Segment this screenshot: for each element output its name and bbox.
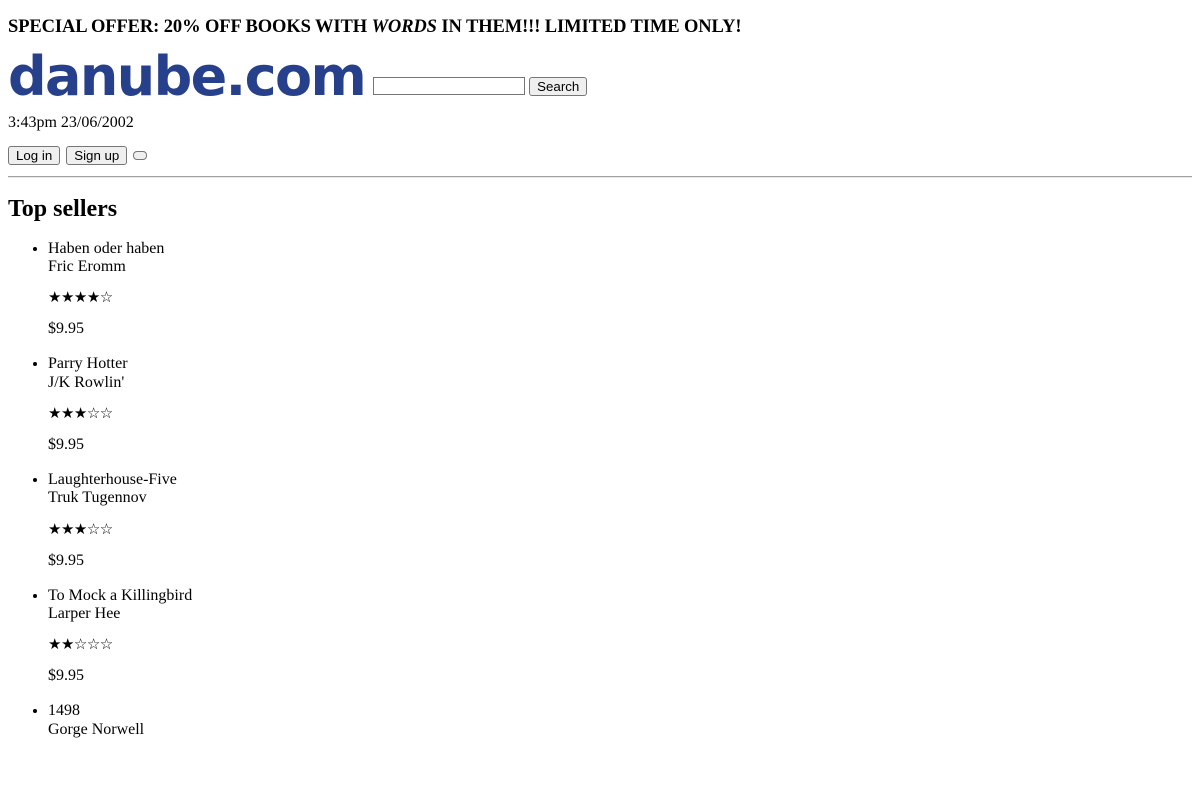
offer-suffix-text: IN THEM!!! LIMITED TIME ONLY! — [436, 17, 742, 37]
rating-stars: ★★★☆☆ — [48, 519, 113, 538]
book-author: Truk Tugennov — [48, 489, 147, 507]
unlabeled-small-button[interactable] — [133, 151, 148, 161]
header-divider — [8, 176, 1192, 179]
rating-stars: ★★★★☆ — [48, 288, 113, 307]
book-author: J/K Rowlin' — [48, 373, 125, 391]
special-offer-banner: SPECIAL OFFER: 20% OFF BOOKS WITH WORDS … — [8, 17, 1192, 37]
search-input[interactable] — [373, 77, 526, 96]
list-item[interactable]: Parry Hotter J/K Rowlin' ★★★☆☆ $9.95 — [48, 355, 1192, 454]
search-button[interactable]: Search — [529, 76, 588, 96]
book-title[interactable]: Parry Hotter — [48, 355, 1192, 373]
book-title[interactable]: To Mock a Killingbird — [48, 587, 1192, 605]
list-item[interactable]: 1498 Gorge Norwell — [48, 702, 1192, 738]
list-item[interactable]: Haben oder haben Fric Eromm ★★★★☆ $9.95 — [48, 240, 1192, 339]
brand-row: danube.com Search — [8, 50, 1192, 104]
log-in-button[interactable]: Log in — [8, 146, 61, 166]
book-price: $9.95 — [48, 435, 84, 453]
offer-emphasis-text: WORDS — [371, 17, 437, 37]
list-item[interactable]: To Mock a Killingbird Larper Hee ★★☆☆☆ $… — [48, 587, 1192, 686]
page-root: SPECIAL OFFER: 20% OFF BOOKS WITH WORDS … — [8, 17, 1192, 739]
book-author: Gorge Norwell — [48, 720, 145, 738]
top-sellers-list: Haben oder haben Fric Eromm ★★★★☆ $9.95 … — [8, 240, 1192, 739]
book-title[interactable]: 1498 — [48, 702, 1192, 720]
book-price: $9.95 — [48, 551, 84, 569]
book-author: Fric Eromm — [48, 257, 126, 275]
book-author: Larper Hee — [48, 604, 121, 622]
account-row: Log in Sign up — [8, 146, 1192, 166]
search-area: Search — [373, 76, 588, 103]
list-item[interactable]: Laughterhouse-Five Truk Tugennov ★★★☆☆ $… — [48, 471, 1192, 570]
book-title[interactable]: Haben oder haben — [48, 240, 1192, 258]
book-price: $9.95 — [48, 320, 84, 338]
rating-stars: ★★★☆☆ — [48, 403, 113, 422]
rating-stars: ★★☆☆☆ — [48, 635, 113, 654]
sign-up-button[interactable]: Sign up — [66, 146, 128, 166]
book-title[interactable]: Laughterhouse-Five — [48, 471, 1192, 489]
timestamp: 3:43pm 23/06/2002 — [8, 113, 134, 131]
book-price: $9.95 — [48, 667, 84, 685]
site-logo[interactable]: danube.com — [8, 50, 367, 104]
offer-prefix-text: SPECIAL OFFER: 20% OFF BOOKS WITH — [8, 17, 372, 37]
page-title: Top sellers — [8, 196, 118, 223]
